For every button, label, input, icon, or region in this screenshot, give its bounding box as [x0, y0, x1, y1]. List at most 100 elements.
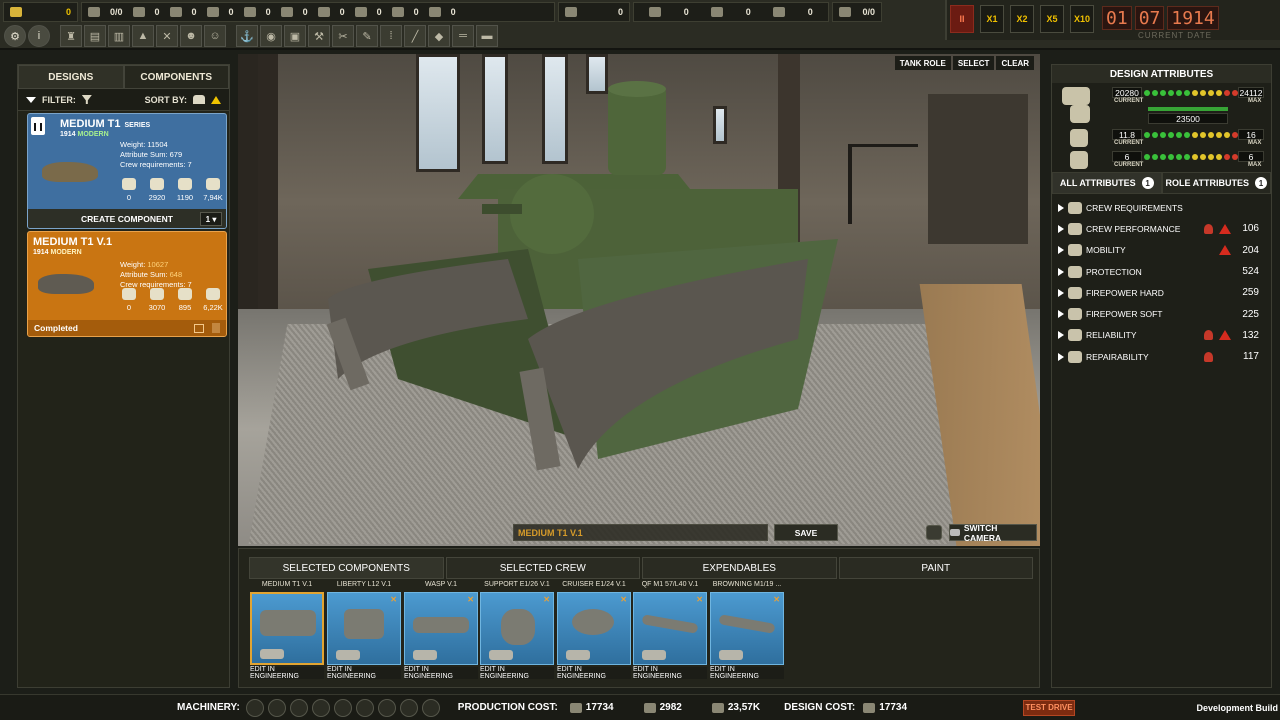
collapse-triangle-icon[interactable]: [26, 96, 36, 103]
gauge-icon[interactable]: [399, 698, 418, 717]
filter-label: FILTER:: [42, 94, 76, 105]
ammo-icon[interactable]: ⁞: [380, 25, 402, 47]
attr-reliability[interactable]: RELIABILITY 132: [1052, 325, 1271, 346]
tools-icon[interactable]: ⚒: [308, 25, 330, 47]
globe-icon[interactable]: ◉: [260, 25, 282, 47]
top-bar: 0 0/0 0 0 0 0 0 0 0 0 0 0 0 0 0 0/0 ⚙ i …: [0, 0, 1280, 50]
housing-resource[interactable]: 0/0: [832, 2, 882, 22]
component-hull[interactable]: MEDIUM T1 V.1 EDIT IN ENGINEERING: [250, 581, 324, 681]
lathe-icon[interactable]: [267, 698, 286, 717]
tank-icon[interactable]: ▲: [132, 25, 154, 47]
rifle-icon[interactable]: ╱: [404, 25, 426, 47]
info-badge: 1: [1141, 177, 1154, 189]
remove-x-icon[interactable]: ✕: [390, 595, 397, 604]
funnel-icon[interactable]: [81, 95, 92, 104]
tab-expendables[interactable]: EXPENDABLES: [642, 557, 837, 579]
attr-mobility[interactable]: MOBILITY 204: [1052, 240, 1271, 261]
attr-protection[interactable]: PROTECTION 524: [1052, 261, 1271, 282]
speed-x1-button[interactable]: X1: [980, 5, 1004, 33]
anchor-icon[interactable]: ⚓: [236, 25, 258, 47]
edit-in-engineering-button[interactable]: EDIT IN ENGINEERING: [250, 666, 324, 680]
money-resource[interactable]: 0: [3, 2, 78, 22]
crew-icon[interactable]: ☺: [204, 25, 226, 47]
expand-triangle-icon: [1058, 288, 1064, 297]
remove-x-icon[interactable]: ✕: [620, 595, 627, 604]
scissors-icon[interactable]: ✂: [332, 25, 354, 47]
tab-designs[interactable]: DESIGNS: [18, 65, 124, 89]
wave-icon[interactable]: [421, 698, 440, 717]
document-icon[interactable]: ▥: [108, 25, 130, 47]
component-support-turret[interactable]: SUPPORT E1/26 V.1 ✕ EDIT IN ENGINEERING: [480, 581, 554, 681]
tab-selected-crew[interactable]: SELECTED CREW: [445, 557, 640, 579]
factory-resource[interactable]: 0: [558, 2, 630, 22]
design-card-medium-t1[interactable]: MEDIUM T1 SERIES 1914 MODERN Weight: 1150…: [27, 113, 227, 229]
remove-x-icon[interactable]: ✕: [467, 595, 474, 604]
attr-crew-requirements[interactable]: CREW REQUIREMENTS: [1052, 197, 1271, 218]
tank-viewport[interactable]: TANK ROLE SELECT CLEAR MEDIUM T1 V.1 SAV…: [238, 54, 1040, 546]
component-machine-gun[interactable]: BROWNING M1/19 ... ✕ EDIT IN ENGINEERING: [710, 581, 784, 681]
wrench-icon[interactable]: ✎: [356, 25, 378, 47]
sort-type-icon[interactable]: [193, 95, 205, 104]
speed-x10-button[interactable]: X10: [1070, 5, 1094, 33]
save-button[interactable]: SAVE: [774, 524, 838, 541]
component-main-gun[interactable]: QF M1 57/L40 V.1 ✕ EDIT IN ENGINEERING: [633, 581, 707, 681]
tab-role-attributes[interactable]: ROLE ATTRIBUTES 1: [1161, 172, 1271, 194]
trophy-icon[interactable]: ♜: [60, 25, 82, 47]
edit-in-engineering-button[interactable]: EDIT IN ENGINEERING: [633, 666, 707, 680]
design-card-medium-t1-v1[interactable]: MEDIUM T1 V.1 1914 MODERN Weight: 10627 …: [27, 231, 227, 337]
design-name-input[interactable]: MEDIUM T1 V.1: [513, 524, 768, 541]
tab-selected-components[interactable]: SELECTED COMPONENTS: [249, 557, 444, 579]
press-icon[interactable]: [289, 698, 308, 717]
settings-gear-icon[interactable]: ⚙: [4, 25, 26, 47]
edit-in-engineering-button[interactable]: EDIT IN ENGINEERING: [480, 666, 554, 680]
materials-group: 0/0 0 0 0 0 0 0 0 0 0: [81, 2, 555, 22]
furnace-icon[interactable]: [311, 698, 330, 717]
tab-all-attributes[interactable]: ALL ATTRIBUTES 1: [1052, 172, 1162, 194]
integrity-row: 23500: [1058, 105, 1266, 127]
pause-button[interactable]: II: [950, 5, 974, 33]
cannon-icon: [641, 614, 699, 634]
remove-x-icon[interactable]: ✕: [543, 595, 550, 604]
cannon-icon[interactable]: ▬: [476, 25, 498, 47]
camera-reset-icon[interactable]: [926, 525, 942, 540]
attr-firepower-soft[interactable]: FIREPOWER SOFT 225: [1052, 303, 1271, 324]
switch-camera-button[interactable]: SWITCH CAMERA: [949, 523, 1037, 543]
attr-firepower-hard[interactable]: FIREPOWER HARD 259: [1052, 282, 1271, 303]
remove-x-icon[interactable]: ✕: [773, 595, 780, 604]
officer-icon[interactable]: ☻: [180, 25, 202, 47]
welder-icon[interactable]: [377, 698, 396, 717]
component-cruiser-turret[interactable]: CRUISER E1/24 V.1 ✕ EDIT IN ENGINEERING: [557, 581, 631, 681]
camera-icon: [950, 529, 960, 536]
book-icon[interactable]: ▤: [84, 25, 106, 47]
armor-plate-icon[interactable]: ◆: [428, 25, 450, 47]
sort-direction-icon[interactable]: [211, 95, 221, 104]
rivet-icon[interactable]: [355, 698, 374, 717]
crane-icon: [122, 288, 136, 300]
machine-gun-icon[interactable]: ═: [452, 25, 474, 47]
tab-paint[interactable]: PAINT: [838, 557, 1033, 579]
attr-crew-performance[interactable]: CREW PERFORMANCE 106: [1052, 218, 1271, 239]
attr-repairability[interactable]: REPAIRABILITY 117: [1052, 346, 1271, 367]
crossed-guns-icon[interactable]: ✕: [156, 25, 178, 47]
speed-x2-button[interactable]: X2: [1010, 5, 1034, 33]
speed-x5-button[interactable]: X5: [1040, 5, 1064, 33]
select-role-button[interactable]: SELECT: [952, 56, 995, 70]
component-suspension[interactable]: WASP V.1 ✕ EDIT IN ENGINEERING: [404, 581, 478, 681]
info-icon[interactable]: i: [28, 25, 50, 47]
test-drive-button[interactable]: TEST DRIVE: [1023, 699, 1076, 716]
engine-icon[interactable]: ▣: [284, 25, 306, 47]
edit-in-engineering-button[interactable]: EDIT IN ENGINEERING: [710, 666, 784, 680]
copy-icon[interactable]: [194, 323, 204, 333]
remove-x-icon[interactable]: ✕: [696, 595, 703, 604]
drill-icon[interactable]: [333, 698, 352, 717]
component-engine[interactable]: LIBERTY L12 V.1 ✕ EDIT IN ENGINEERING: [327, 581, 401, 681]
create-component-button[interactable]: CREATE COMPONENT 1 ▾: [28, 209, 226, 228]
clear-role-button[interactable]: CLEAR: [996, 56, 1034, 70]
quantity-dropdown[interactable]: 1 ▾: [200, 212, 222, 226]
edit-in-engineering-button[interactable]: EDIT IN ENGINEERING: [557, 666, 631, 680]
crane-icon[interactable]: [245, 698, 264, 717]
tab-components[interactable]: COMPONENTS: [123, 65, 229, 89]
trash-icon[interactable]: [212, 323, 220, 333]
edit-in-engineering-button[interactable]: EDIT IN ENGINEERING: [327, 666, 401, 680]
edit-in-engineering-button[interactable]: EDIT IN ENGINEERING: [404, 666, 478, 680]
